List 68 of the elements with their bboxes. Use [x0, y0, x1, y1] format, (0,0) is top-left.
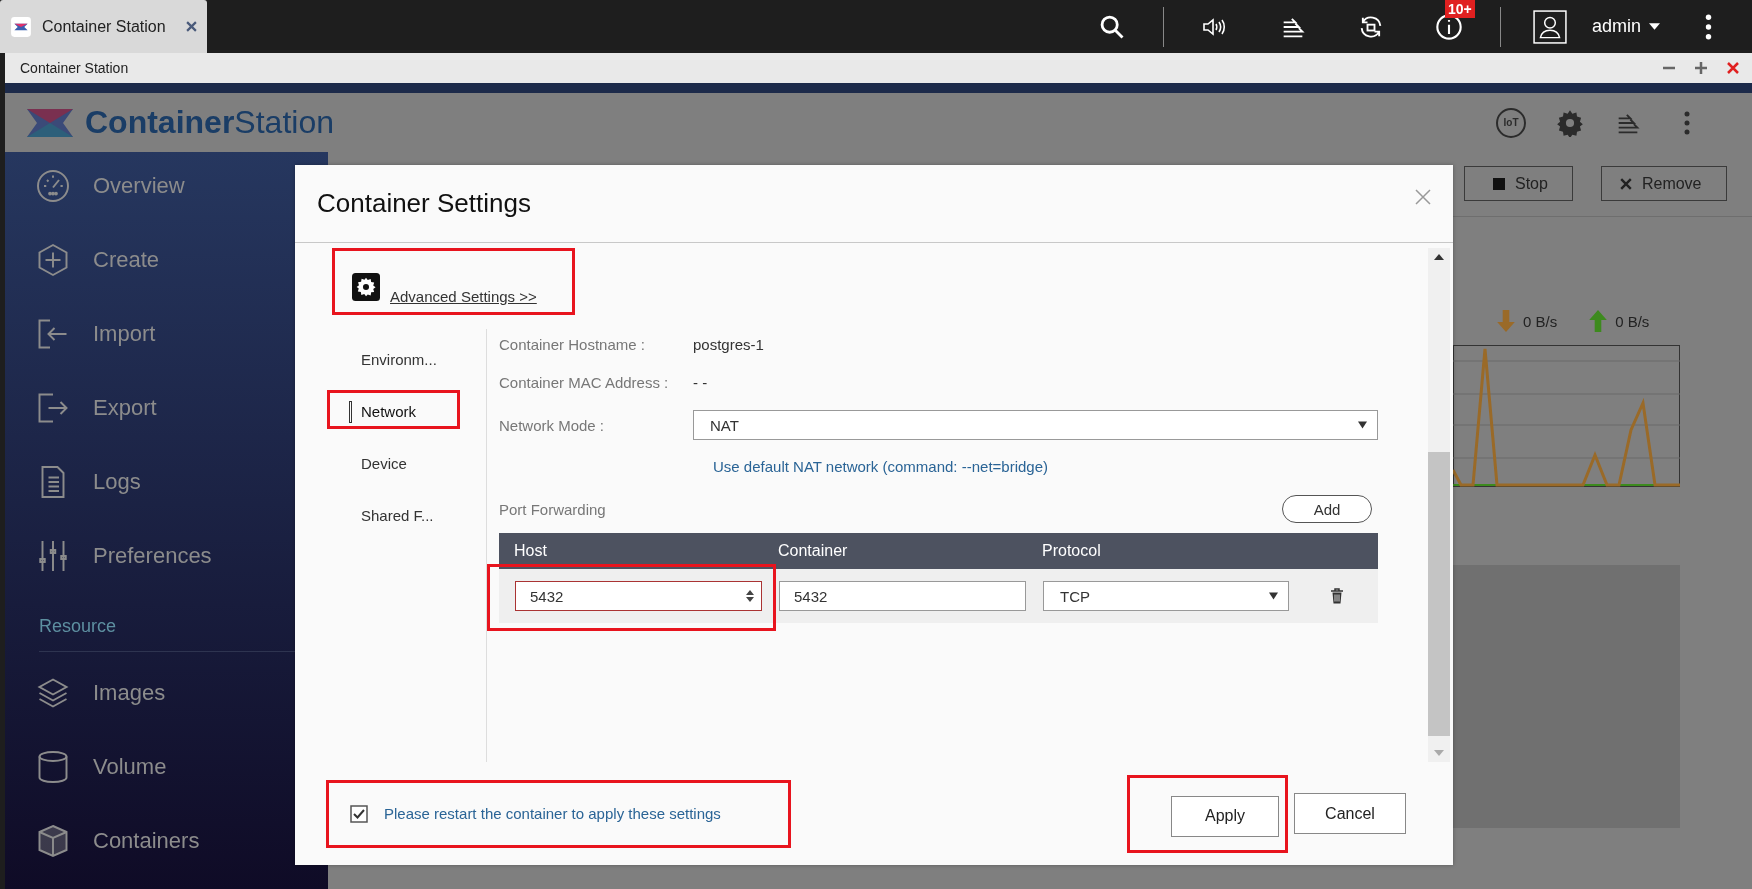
- dialog-button[interactable]: Apply: [1171, 795, 1279, 837]
- browser-tab[interactable]: Container Station: [0, 0, 207, 53]
- field-value: postgres-1: [693, 335, 764, 353]
- close-icon: [1619, 177, 1632, 190]
- user-menu[interactable]: admin: [1591, 16, 1660, 37]
- more-icon[interactable]: [1705, 13, 1712, 40]
- settings-tab[interactable]: Network: [361, 402, 416, 420]
- protocol-dropdown[interactable]: TCP: [1043, 581, 1289, 611]
- app-logo-icon: [10, 15, 32, 38]
- field-value: - -: [693, 373, 708, 391]
- settings-tab[interactable]: Environm...: [361, 350, 437, 368]
- field-label: Container MAC Address :: [499, 373, 670, 391]
- gauge-icon: [35, 168, 71, 204]
- maximize-icon[interactable]: [1694, 61, 1708, 75]
- network-mode-dropdown[interactable]: NAT: [693, 410, 1378, 440]
- caret-icon: [1269, 592, 1278, 600]
- sidebar-item[interactable]: Create: [35, 223, 160, 297]
- column-header: Container: [778, 542, 849, 560]
- sidebar-item[interactable]: Import: [35, 297, 156, 371]
- stop-button[interactable]: Stop: [1464, 166, 1573, 201]
- field-label: Container Hostname :: [499, 335, 646, 353]
- window-title: Container Station: [20, 60, 129, 76]
- user-icon[interactable]: [1532, 9, 1567, 44]
- sidebar-item[interactable]: Images: [35, 656, 166, 730]
- info-icon[interactable]: [1434, 12, 1463, 41]
- container-port-field[interactable]: 5432: [779, 581, 1026, 611]
- sidebar-item[interactable]: Volume: [35, 730, 167, 804]
- close-icon[interactable]: [1726, 61, 1740, 75]
- advanced-settings-link[interactable]: Advanced Settings >>: [390, 288, 537, 305]
- network-hint: Use default NAT network (command: --net=bridge): [712, 457, 1049, 477]
- section-title: Resource: [39, 615, 117, 638]
- field-label: Network Mode :: [499, 416, 606, 434]
- scrollbar-thumb[interactable]: [1428, 452, 1450, 736]
- notification-badge: 10+: [1444, 0, 1475, 18]
- checkbox[interactable]: [350, 804, 368, 823]
- download-speed: 0 B/s: [1523, 312, 1558, 330]
- iot-button[interactable]: IoT: [1496, 107, 1526, 138]
- upload-arrow-icon: [1589, 310, 1608, 332]
- restart-notice: Please restart the container to apply these settings: [384, 805, 721, 822]
- app-name: ContainerStation: [85, 104, 334, 141]
- column-header: Host: [514, 542, 548, 560]
- settings-icon[interactable]: [352, 273, 380, 301]
- dialog-title: Container Settings: [317, 188, 531, 219]
- scroll-up-icon[interactable]: [1434, 254, 1444, 260]
- dialog-button[interactable]: Cancel: [1294, 793, 1406, 834]
- close-icon[interactable]: [186, 21, 197, 32]
- selection-indicator: [349, 401, 352, 423]
- caret-icon: [1649, 23, 1660, 30]
- column-header: Protocol: [1042, 542, 1102, 560]
- section-label: Port Forwarding: [499, 500, 607, 518]
- sidebar-item[interactable]: Preferences: [35, 519, 212, 593]
- sidebar-item[interactable]: Export: [35, 371, 157, 445]
- settings-tab[interactable]: Shared F...: [361, 506, 434, 524]
- add-button[interactable]: Add: [1282, 495, 1372, 523]
- remove-button[interactable]: Remove: [1600, 166, 1727, 201]
- upload-speed: 0 B/s: [1615, 312, 1650, 330]
- settings-tab[interactable]: Device: [361, 454, 407, 472]
- close-icon[interactable]: [1415, 188, 1431, 205]
- caret-icon: [1358, 421, 1367, 429]
- stop-icon: [1493, 177, 1505, 190]
- sidebar-item[interactable]: Logs: [35, 445, 141, 519]
- sidebar-item[interactable]: Containers: [35, 804, 200, 878]
- scrollbar[interactable]: [1428, 248, 1450, 762]
- sidebar-item[interactable]: Overview: [35, 149, 185, 223]
- download-arrow-icon: [1497, 310, 1515, 332]
- trash-icon[interactable]: [1330, 588, 1344, 604]
- spinner-icon[interactable]: [745, 589, 755, 603]
- host-port-field[interactable]: 5432: [515, 581, 762, 611]
